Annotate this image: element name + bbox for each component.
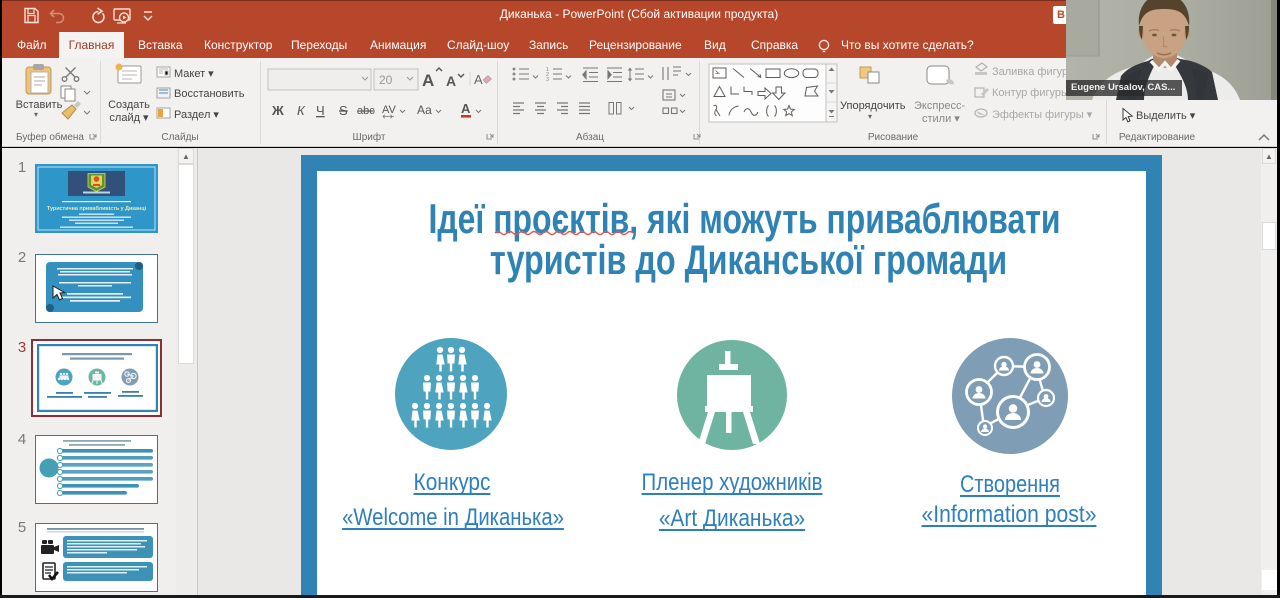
svg-text:Ж: Ж [271, 103, 284, 118]
svg-text:AV: AV [382, 104, 397, 116]
svg-text:А: А [461, 101, 471, 116]
svg-text:Аа: Аа [417, 103, 432, 117]
svg-text:Туристична привабливість у Дик: Туристична привабливість у Диканці [47, 205, 147, 212]
svg-text:К: К [297, 103, 306, 118]
svg-text:А: А [446, 73, 456, 89]
svg-text:3: 3 [546, 77, 549, 83]
svg-text:А: А [422, 71, 434, 90]
svg-text:Ч: Ч [316, 103, 325, 118]
svg-text:А: А [474, 72, 483, 87]
svg-text:20: 20 [379, 73, 393, 87]
svg-text:abс: abс [357, 105, 375, 117]
svg-text:S: S [339, 103, 348, 118]
